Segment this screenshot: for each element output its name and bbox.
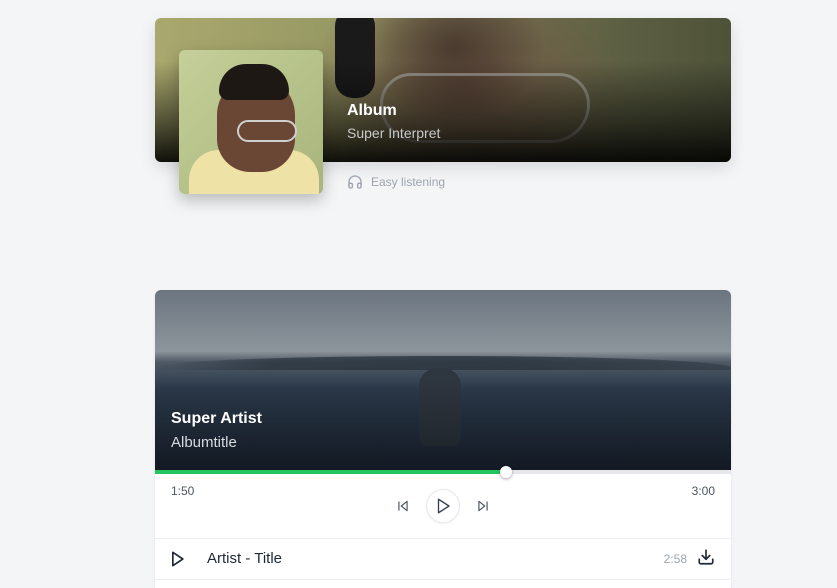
play-icon (172, 551, 184, 567)
cover-hair (219, 64, 289, 100)
progress-bar[interactable] (155, 466, 731, 478)
album-interpret: Super Interpret (347, 125, 441, 141)
player-artist: Super Artist (171, 410, 262, 427)
genre-label: Easy listening (371, 175, 446, 189)
player-card: Super Artist Albumtitle 1:50 3:00 Artist… (155, 290, 731, 588)
download-button[interactable] (697, 548, 717, 568)
player-hero-image (155, 290, 731, 470)
track-title: Artist - Title (207, 550, 283, 567)
track-duration: 2:58 (663, 552, 687, 566)
cover-glasses (237, 120, 297, 142)
album-genre: Easy listening (347, 174, 445, 190)
next-button[interactable] (472, 495, 494, 517)
progress-handle[interactable] (500, 466, 513, 478)
track-row[interactable]: Artist - Title 2:58 (155, 539, 731, 579)
play-button[interactable] (426, 489, 460, 523)
progress-fill (155, 470, 507, 474)
previous-button[interactable] (392, 495, 414, 517)
divider (155, 579, 731, 580)
skip-forward-icon (478, 500, 488, 512)
play-icon (437, 498, 450, 514)
track-play-button[interactable] (167, 549, 187, 569)
playback-controls (155, 488, 731, 524)
skip-back-icon (398, 500, 408, 512)
player-album-title: Albumtitle (171, 434, 237, 451)
headphones-icon (348, 175, 362, 189)
album-title: Album (347, 102, 397, 119)
hero-fade (155, 290, 731, 470)
album-cover-image (179, 50, 323, 194)
download-icon (698, 549, 714, 565)
